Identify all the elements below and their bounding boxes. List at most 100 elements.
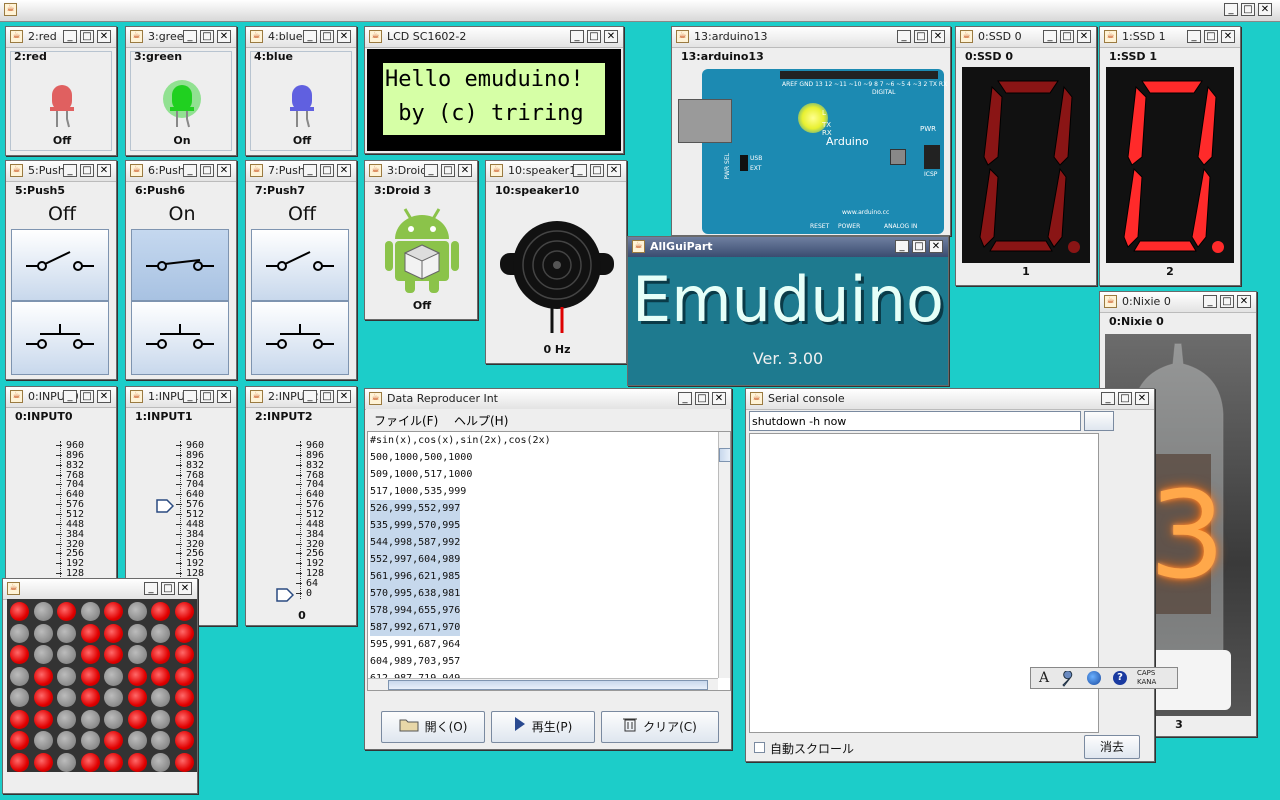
minimize-button[interactable]: _ [573, 164, 587, 177]
data-line[interactable]: 517,1000,535,999 [370, 483, 466, 500]
lcd-window-titlebar[interactable]: ☕ LCD SC1602-2 _ □ ✕ [365, 27, 623, 48]
minimize-button[interactable]: _ [303, 30, 317, 43]
minimize-button[interactable]: _ [1187, 30, 1201, 43]
close-button[interactable]: ✕ [217, 30, 231, 43]
data-line[interactable]: 587,992,671,970 [370, 619, 461, 636]
maximize-button[interactable]: □ [80, 390, 94, 403]
maximize-button[interactable]: □ [80, 30, 94, 43]
minimize-button[interactable]: _ [1101, 392, 1115, 405]
push-window-1-titlebar[interactable]: ☕ 6:Push6 _ □ ✕ [126, 161, 236, 182]
close-button[interactable]: ✕ [712, 392, 726, 405]
close-button[interactable]: ✕ [607, 164, 621, 177]
minimize-button[interactable]: _ [1203, 295, 1217, 308]
close-button[interactable]: ✕ [97, 164, 111, 177]
erase-button[interactable]: 消去 [1084, 735, 1140, 759]
data-text-area[interactable]: #sin(x),cos(x),sin(2x),cos(2x) 500,1000,5… [367, 431, 731, 691]
ssd-window-1-titlebar[interactable]: ☕ 1:SSD 1 _ □ ✕ [1100, 27, 1240, 48]
vertical-scrollbar[interactable] [718, 432, 730, 678]
input-window-1-titlebar[interactable]: ☕ 1:INPUT1 _ □ ✕ [126, 387, 236, 408]
play-button[interactable]: 再生(P) [491, 711, 595, 743]
maximize-button[interactable]: □ [590, 164, 604, 177]
tact-switch-button[interactable] [131, 301, 229, 375]
led-window-1-titlebar[interactable]: ☕ 3:green _ □ ✕ [126, 27, 236, 48]
globe-icon[interactable] [1087, 671, 1101, 685]
maximize-button[interactable]: □ [1118, 392, 1132, 405]
maximize-button[interactable]: □ [161, 582, 175, 595]
data-line[interactable]: 578,994,655,976 [370, 602, 461, 619]
maximize-button[interactable]: □ [695, 392, 709, 405]
maximize-button[interactable]: □ [200, 164, 214, 177]
tact-switch-button[interactable] [251, 301, 349, 375]
maximize-button[interactable]: □ [1241, 3, 1255, 16]
help-icon[interactable]: ? [1113, 671, 1127, 685]
input-window-0-titlebar[interactable]: ☕ 0:INPUT0 _ □ ✕ [6, 387, 116, 408]
minimize-button[interactable]: _ [303, 164, 317, 177]
close-button[interactable]: ✕ [929, 240, 943, 253]
maximize-button[interactable]: □ [441, 164, 455, 177]
close-button[interactable]: ✕ [604, 30, 618, 43]
maximize-button[interactable]: □ [320, 390, 334, 403]
maximize-button[interactable]: □ [320, 164, 334, 177]
close-button[interactable]: ✕ [217, 390, 231, 403]
toggle-switch-button[interactable] [251, 229, 349, 301]
slider-track[interactable] [60, 441, 65, 579]
maximize-button[interactable]: □ [587, 30, 601, 43]
close-button[interactable]: ✕ [337, 390, 351, 403]
led-window-2-titlebar[interactable]: ☕ 4:blue _ □ ✕ [246, 27, 356, 48]
maximize-button[interactable]: □ [200, 390, 214, 403]
push-window-2-titlebar[interactable]: ☕ 7:Push7 _ □ ✕ [246, 161, 356, 182]
power-switch[interactable] [740, 155, 748, 171]
nixie-window-titlebar[interactable]: ☕ 0:Nixie 0 _ □ ✕ [1100, 292, 1256, 313]
droid-window-titlebar[interactable]: ☕ 3:Droid 3 _ □ ✕ [365, 161, 477, 182]
maximize-button[interactable]: □ [1060, 30, 1074, 43]
minimize-button[interactable]: _ [1043, 30, 1057, 43]
minimize-button[interactable]: _ [63, 30, 77, 43]
close-button[interactable]: ✕ [458, 164, 472, 177]
close-button[interactable]: ✕ [931, 30, 945, 43]
push-window-0-titlebar[interactable]: ☕ 5:Push5 _ □ ✕ [6, 161, 116, 182]
maximize-button[interactable]: □ [1204, 30, 1218, 43]
minimize-button[interactable]: _ [183, 164, 197, 177]
close-button[interactable]: ✕ [337, 30, 351, 43]
maximize-button[interactable]: □ [912, 240, 926, 253]
close-button[interactable]: ✕ [178, 582, 192, 595]
minimize-button[interactable]: _ [303, 390, 317, 403]
minimize-button[interactable]: _ [63, 164, 77, 177]
minimize-button[interactable]: _ [144, 582, 158, 595]
minimize-button[interactable]: _ [678, 392, 692, 405]
open-button[interactable]: 開く(O) [381, 711, 485, 743]
close-button[interactable]: ✕ [1077, 30, 1091, 43]
led-window-0-titlebar[interactable]: ☕ 2:red _ □ ✕ [6, 27, 116, 48]
input-window-2-titlebar[interactable]: ☕ 2:INPUT2 _ □ ✕ [246, 387, 356, 408]
maximize-button[interactable]: □ [80, 164, 94, 177]
data-line[interactable]: 595,991,687,964 [370, 636, 460, 653]
minimize-button[interactable]: _ [183, 30, 197, 43]
minimize-button[interactable]: _ [63, 390, 77, 403]
close-button[interactable]: ✕ [1135, 392, 1149, 405]
minimize-button[interactable]: _ [897, 30, 911, 43]
autoscroll-checkbox[interactable] [754, 742, 765, 753]
splash-window-titlebar[interactable]: ☕ AllGuiPart _ □ ✕ [628, 237, 948, 258]
data-line[interactable]: 604,989,703,957 [370, 653, 460, 670]
maximize-button[interactable]: □ [914, 30, 928, 43]
serial-console-window-titlebar[interactable]: ☕ Serial console _ □ ✕ [746, 389, 1154, 410]
minimize-button[interactable]: _ [424, 164, 438, 177]
vertical-scroll-thumb[interactable] [719, 448, 730, 462]
clear-button[interactable]: クリア(C) [601, 711, 719, 743]
send-button[interactable] [1084, 411, 1114, 431]
data-line[interactable]: 500,1000,500,1000 [370, 449, 472, 466]
data-reproducer-window-titlebar[interactable]: ☕ Data Reproducer Int _ □ ✕ [365, 389, 731, 410]
minimize-button[interactable]: _ [570, 30, 584, 43]
close-button[interactable]: ✕ [1221, 30, 1235, 43]
close-button[interactable]: ✕ [217, 164, 231, 177]
data-line[interactable]: 570,995,638,981 [370, 585, 461, 602]
minimize-button[interactable]: _ [183, 390, 197, 403]
data-line[interactable]: 526,999,552,997 [370, 500, 461, 517]
maximize-button[interactable]: □ [200, 30, 214, 43]
arduino-window-titlebar[interactable]: ☕ 13:arduino13 _ □ ✕ [672, 27, 950, 48]
led-matrix-window-titlebar[interactable]: ☕ _ □ ✕ [3, 579, 197, 600]
data-line[interactable]: 544,998,587,992 [370, 534, 461, 551]
maximize-button[interactable]: □ [1220, 295, 1234, 308]
horizontal-scroll-thumb[interactable] [388, 680, 708, 690]
toggle-switch-button[interactable] [11, 229, 109, 301]
